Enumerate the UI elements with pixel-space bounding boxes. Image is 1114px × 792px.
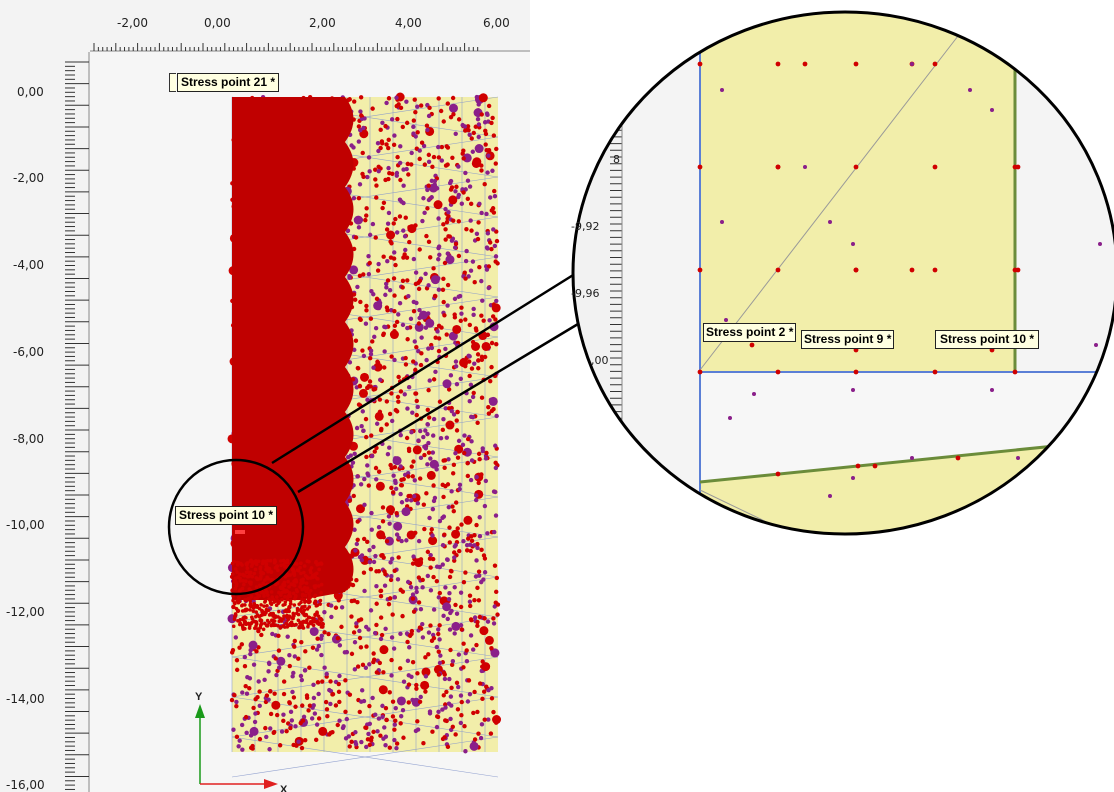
stress-point-tag-label: Stress point 10 * xyxy=(179,508,274,522)
axis-arrows xyxy=(195,704,278,789)
vertical-ruler-ticks xyxy=(65,52,90,792)
y-tick-label: -16,00 xyxy=(6,778,45,792)
y-tick-label: -14,00 xyxy=(6,692,45,706)
y-tick-label: -6,00 xyxy=(13,345,45,359)
x-tick-label: 2,00 xyxy=(309,16,336,30)
y-axis-arrowhead xyxy=(195,704,205,718)
y-tick-label: -8,00 xyxy=(13,432,45,446)
zoom-y-tick: -9,96 xyxy=(571,287,600,300)
stress-point-tag-middle[interactable]: Stress point 10 * xyxy=(175,506,278,525)
stress-point-tag-top[interactable]: Stress point 21 * xyxy=(169,73,280,92)
zoom-detail xyxy=(571,10,1114,536)
x-axis-label: X xyxy=(280,784,288,792)
stress-point-tag-label: Stress point 2 * xyxy=(706,325,794,339)
y-axis-label: Y xyxy=(195,691,203,703)
stress-point-tag-label: Stress point 9 * xyxy=(804,332,892,346)
tag-drag-handle[interactable] xyxy=(169,73,176,92)
mesh-drawing[interactable] xyxy=(90,52,530,792)
zoom-stress-tag[interactable]: Stress point 9 * xyxy=(801,330,895,349)
zoom-y-tick: ,00 xyxy=(591,354,609,367)
mesh-canvas[interactable] xyxy=(90,52,530,792)
zoom-magnifier: 8 -9,92 -9,96 ,00 Stress point 2 * Stres… xyxy=(567,8,1114,538)
horizontal-ruler: -2,00 0,00 2,00 4,00 6,00 xyxy=(90,0,530,52)
x-tick-label: 4,00 xyxy=(395,16,422,30)
y-tick-label: -2,00 xyxy=(13,171,45,185)
x-tick-label: -2,00 xyxy=(117,16,149,30)
stress-point-tag-label: Stress point 10 * xyxy=(940,332,1035,346)
y-tick-label: 0,00 xyxy=(17,85,44,99)
stress-point-tag-label: Stress point 21 * xyxy=(181,75,276,89)
x-axis-arrowhead xyxy=(264,779,278,789)
selected-point-marker xyxy=(235,530,245,534)
zoom-y-tick: 8 xyxy=(613,153,620,166)
vertical-ruler: 0,00 -2,00 -4,00 -6,00 -8,00 -10,00 -12,… xyxy=(0,52,90,792)
y-tick-label: -4,00 xyxy=(13,258,45,272)
y-tick-label: -10,00 xyxy=(6,518,45,532)
zoom-y-tick: -9,92 xyxy=(571,220,600,233)
zoom-stress-tag[interactable]: Stress point 2 * xyxy=(703,323,797,342)
zoom-stress-tag[interactable]: Stress point 10 * xyxy=(935,330,1040,349)
y-tick-label: -12,00 xyxy=(6,605,45,619)
x-tick-label: 6,00 xyxy=(483,16,510,30)
axis-indicator: Y X xyxy=(180,690,300,792)
x-tick-label: 0,00 xyxy=(204,16,231,30)
model-view[interactable]: -2,00 0,00 2,00 4,00 6,00 0,00 -2,00 -4,… xyxy=(0,0,530,792)
